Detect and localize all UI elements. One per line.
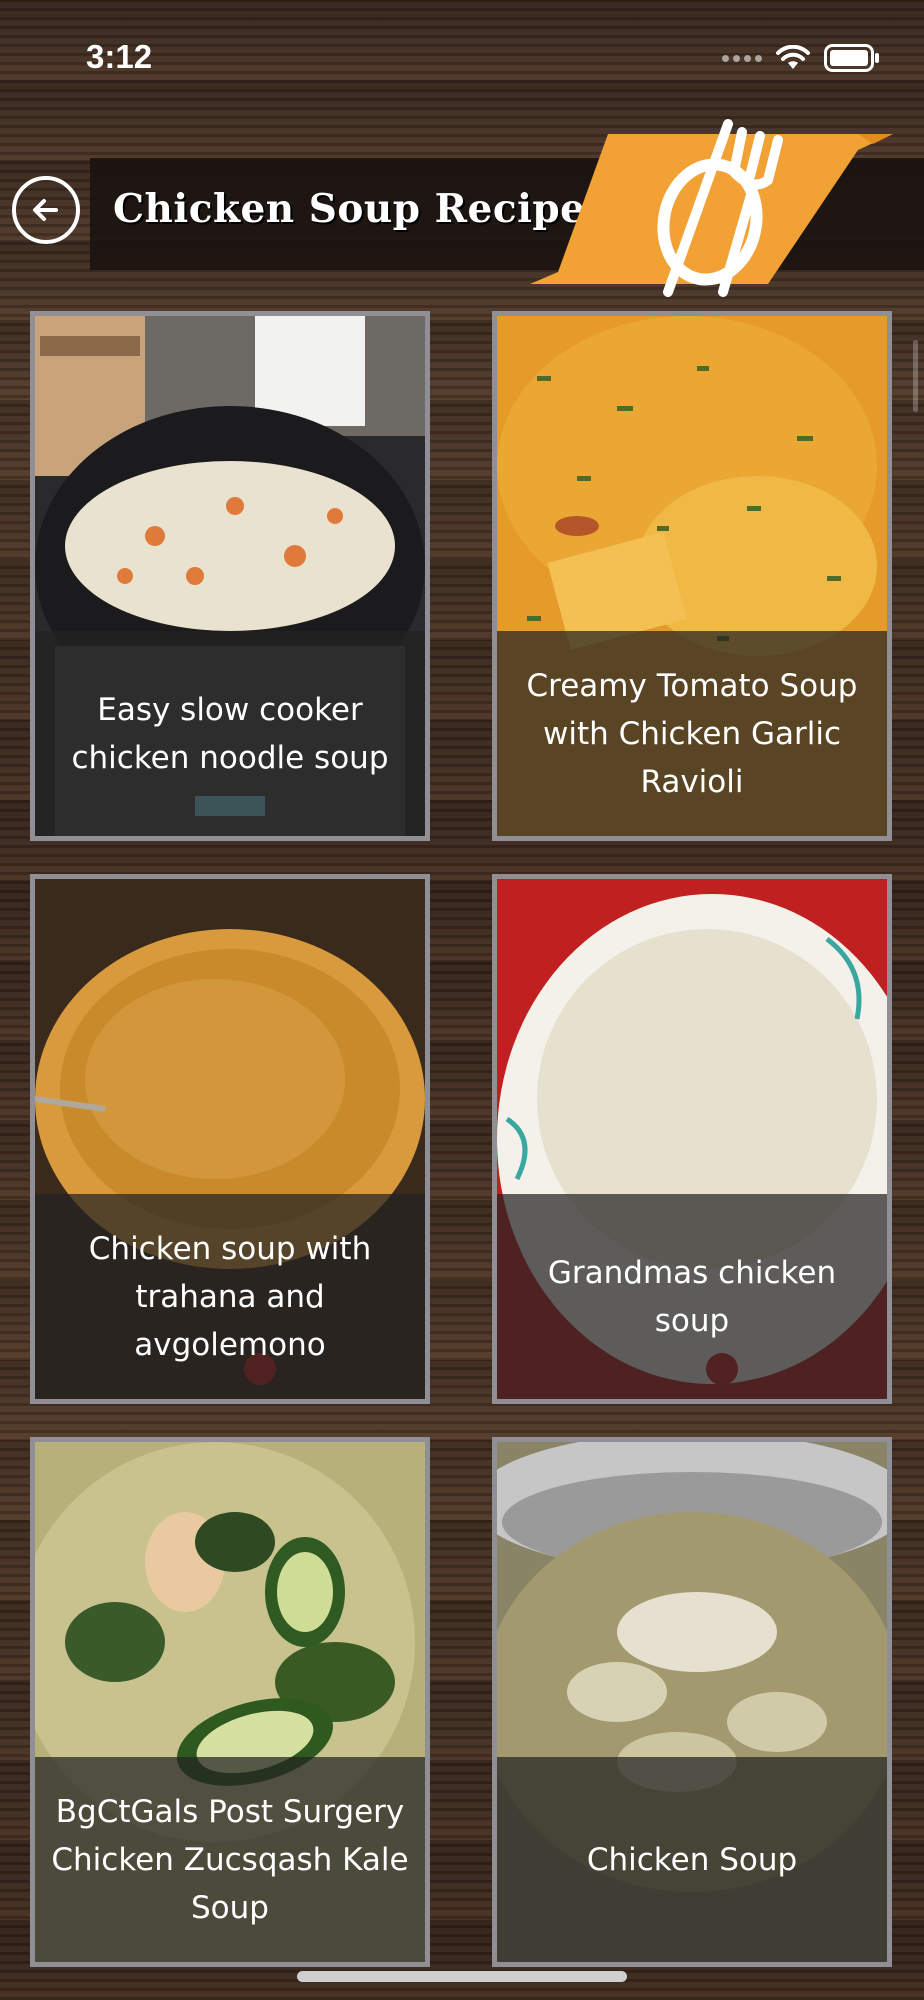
recipe-title: Chicken Soup <box>497 1757 887 1962</box>
fork-knife-logo-icon <box>530 119 893 297</box>
wifi-icon <box>776 45 810 69</box>
back-arrow-icon <box>33 199 58 221</box>
recipe-title: Easy slow cooker chicken noodle soup <box>35 631 425 836</box>
recipe-title: Chicken soup with trahana and avgolemono <box>35 1194 425 1399</box>
recipe-card[interactable]: Creamy Tomato Soup with Chicken Garlic R… <box>492 311 892 841</box>
status-icons <box>722 44 880 72</box>
recipe-card[interactable]: Easy slow cooker chicken noodle soup <box>30 311 430 841</box>
recipe-card[interactable]: BgCtGals Post Surgery Chicken Zucsqash K… <box>30 1437 430 1967</box>
recipe-card[interactable]: Chicken Soup <box>492 1437 892 1967</box>
recipe-title: Grandmas chicken soup <box>497 1194 887 1399</box>
recipe-card[interactable]: Grandmas chicken soup <box>492 874 892 1404</box>
status-time: 3:12 <box>86 38 153 75</box>
recipe-card[interactable]: Chicken soup with trahana and avgolemono <box>30 874 430 1404</box>
battery-icon <box>824 44 879 72</box>
recipe-title: BgCtGals Post Surgery Chicken Zucsqash K… <box>35 1757 425 1962</box>
home-indicator[interactable] <box>297 1971 627 1982</box>
back-button[interactable] <box>12 176 80 244</box>
status-bar: 3:12 <box>0 0 924 110</box>
recipe-title: Creamy Tomato Soup with Chicken Garlic R… <box>497 631 887 836</box>
scroll-indicator <box>913 340 918 412</box>
cellular-signal-icon <box>722 54 762 62</box>
